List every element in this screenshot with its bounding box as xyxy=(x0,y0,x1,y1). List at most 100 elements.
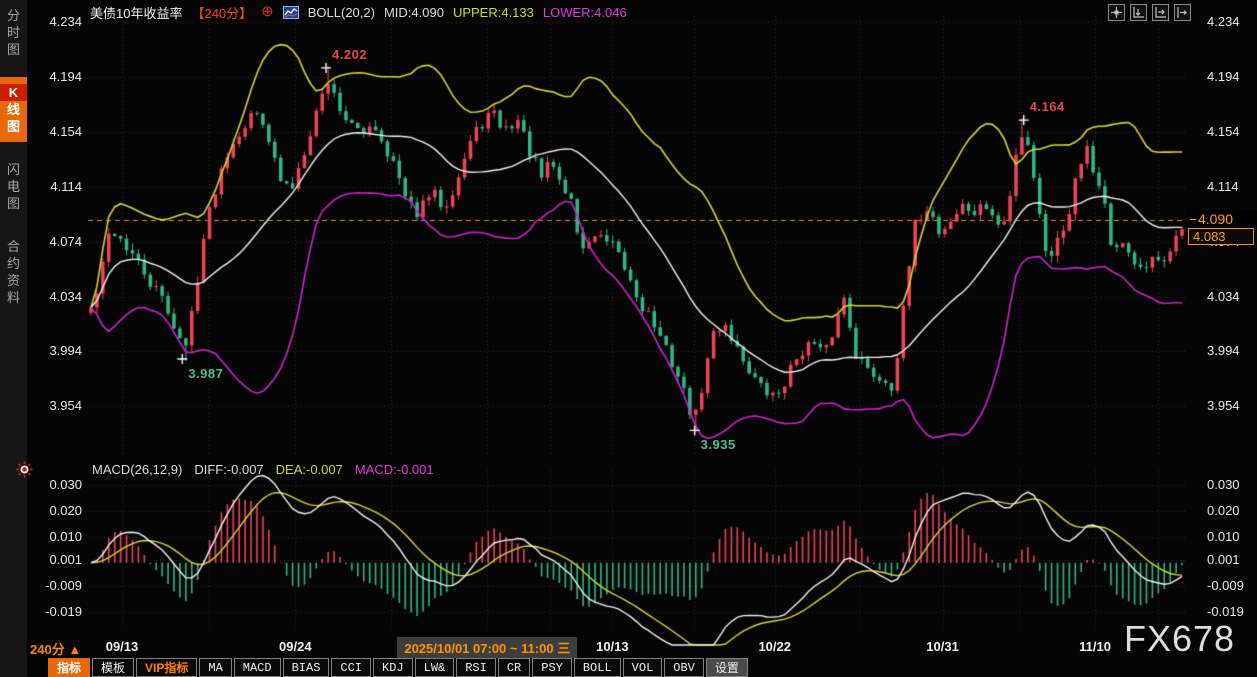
macd-tick-right: -0.009 xyxy=(1207,578,1257,593)
macd-panel-canvas[interactable] xyxy=(0,460,1257,650)
main-price-chart-canvas[interactable] xyxy=(0,0,1257,460)
sidebar-item-char: 电 xyxy=(0,178,27,195)
toolbar-tab-KDJ[interactable]: KDJ xyxy=(373,658,413,677)
add-indicator-icon[interactable]: ⊕ xyxy=(261,5,274,19)
toolbar-tab-PSY[interactable]: PSY xyxy=(532,658,572,677)
price-tick-left: 4.114 xyxy=(30,179,82,194)
toolbar-tab-CCI[interactable]: CCI xyxy=(331,658,371,677)
sidebar-item-char: 闪 xyxy=(0,161,27,178)
selected-bar-time-range: 2025/10/01 07:00 ~ 11:00 三 xyxy=(397,637,577,658)
macd-tick-left: -0.019 xyxy=(30,604,82,619)
toolbar-tab-RSI[interactable]: RSI xyxy=(456,658,496,677)
price-annotation: 4.202 xyxy=(332,47,367,62)
reference-price-label: 4.090 xyxy=(1186,210,1257,228)
chart-type-icon[interactable] xyxy=(283,6,299,19)
last-price-label: 4.083 xyxy=(1188,228,1254,245)
sidebar-item-char: 合 xyxy=(0,238,27,255)
price-tick-right: 4.034 xyxy=(1207,289,1257,304)
toolbar-tab-BIAS[interactable]: BIAS xyxy=(283,658,330,677)
boll-mid-value: MID:4.090 xyxy=(384,5,444,20)
macd-dea-value: DEA:-0.007 xyxy=(276,462,343,477)
price-tick-left: 4.234 xyxy=(30,14,82,29)
price-tick-right: 4.194 xyxy=(1207,69,1257,84)
sidebar-item-char: 图 xyxy=(0,41,27,58)
macd-tick-right: 0.001 xyxy=(1207,552,1257,567)
toolbar-tab-设置[interactable]: 设置 xyxy=(706,658,748,677)
price-annotation: 4.164 xyxy=(1030,99,1065,114)
sidebar-item-char: 分 xyxy=(0,7,27,24)
crosshair-move-icon[interactable] xyxy=(1108,4,1125,21)
macd-macd-value: MACD:-0.001 xyxy=(355,462,434,477)
period-selector[interactable]: 240分 ▲ xyxy=(30,639,81,658)
date-tick: 10/22 xyxy=(758,639,791,654)
time-axis: 240分 ▲ 09/13 09/24 10/13 10/22 10/31 11/10 20… xyxy=(0,637,1257,657)
sidebar-item-contract-info[interactable]: 合约资料 xyxy=(0,231,27,313)
macd-tick-left: -0.009 xyxy=(30,578,82,593)
macd-tick-left: 0.020 xyxy=(30,503,82,518)
sidebar-item-time-chart[interactable]: 分时图 xyxy=(0,0,27,65)
macd-header: MACD(26,12,9) DIFF:-0.007 DEA:-0.007 MAC… xyxy=(92,462,434,477)
macd-tick-left: 0.001 xyxy=(30,552,82,567)
price-tick-left: 4.154 xyxy=(30,124,82,139)
price-tick-right: 3.954 xyxy=(1207,398,1257,413)
boll-lower-value: LOWER:4.046 xyxy=(543,5,627,20)
price-annotation: 3.935 xyxy=(701,437,736,452)
macd-tick-right: 0.010 xyxy=(1207,529,1257,544)
toolbar-tab-VIP指标[interactable]: VIP指标 xyxy=(136,658,197,677)
sidebar-item-char: 资 xyxy=(0,272,27,289)
sidebar-item-char: 料 xyxy=(0,289,27,306)
macd-diff-value: DIFF:-0.007 xyxy=(194,462,263,477)
macd-tick-right: 0.030 xyxy=(1207,477,1257,492)
price-tick-right: 4.234 xyxy=(1207,14,1257,29)
price-tick-left: 3.994 xyxy=(30,343,82,358)
toolbar-tab-模板[interactable]: 模板 xyxy=(92,658,134,677)
price-tick-left: 4.074 xyxy=(30,234,82,249)
period-tag: 【240分】 xyxy=(191,3,252,22)
chart-tool-buttons xyxy=(1108,4,1191,21)
toolbar-tab-指标[interactable]: 指标 xyxy=(48,658,90,677)
date-tick: 10/13 xyxy=(596,639,629,654)
y-axis-scale-icon[interactable] xyxy=(1130,4,1147,21)
sidebar-item-kline-chart[interactable]: K线图 xyxy=(0,77,27,142)
pan-right-icon[interactable] xyxy=(1174,4,1191,21)
macd-tick-right: 0.020 xyxy=(1207,503,1257,518)
price-tick-right: 4.154 xyxy=(1207,124,1257,139)
sidebar-item-flash-chart[interactable]: 闪电图 xyxy=(0,154,27,219)
macd-tick-left: 0.010 xyxy=(30,529,82,544)
price-tick-right: 4.114 xyxy=(1207,179,1257,194)
sidebar-item-char: K xyxy=(0,84,27,101)
watermark: FX678 xyxy=(1124,618,1235,660)
sidebar-item-char: 图 xyxy=(0,118,27,135)
date-tick: 11/10 xyxy=(1079,639,1111,654)
price-annotation: 3.987 xyxy=(188,366,223,381)
boll-indicator-label: BOLL(20,2) xyxy=(308,5,375,20)
sidebar-item-char: 约 xyxy=(0,255,27,272)
sidebar-item-char: 线 xyxy=(0,101,27,118)
price-tick-left: 4.194 xyxy=(30,69,82,84)
toolbar-tab-CR[interactable]: CR xyxy=(498,658,530,677)
toolbar-tab-OBV[interactable]: OBV xyxy=(664,658,704,677)
date-tick: 09/13 xyxy=(106,639,139,654)
boll-upper-value: UPPER:4.133 xyxy=(453,5,534,20)
macd-indicator-label: MACD(26,12,9) xyxy=(92,462,182,477)
chart-app: 分时图K线图闪电图合约资料 美债10年收益率 【240分】 ⊕ BOLL(20,… xyxy=(0,0,1257,677)
sidebar-item-char: 图 xyxy=(0,195,27,212)
macd-tick-left: 0.030 xyxy=(30,477,82,492)
date-tick: 09/24 xyxy=(279,639,312,654)
toolbar-tab-BOLL[interactable]: BOLL xyxy=(574,658,621,677)
sidebar: 分时图K线图闪电图合约资料 xyxy=(0,0,27,677)
date-tick: 10/31 xyxy=(926,639,959,654)
toolbar-tab-VOL[interactable]: VOL xyxy=(623,658,663,677)
toolbar-tab-MA[interactable]: MA xyxy=(199,658,231,677)
x-axis-scale-icon[interactable] xyxy=(1152,4,1169,21)
indicator-toolbar: 指标模板VIP指标MAMACDBIASCCIKDJLW&RSICRPSYBOLL… xyxy=(48,658,750,677)
price-tick-right: 3.994 xyxy=(1207,343,1257,358)
sidebar-item-char: 时 xyxy=(0,24,27,41)
price-tick-left: 3.954 xyxy=(30,398,82,413)
toolbar-tab-MACD[interactable]: MACD xyxy=(234,658,281,677)
chart-header: 美债10年收益率 【240分】 ⊕ BOLL(20,2) MID:4.090 U… xyxy=(90,2,627,22)
macd-tick-right: -0.019 xyxy=(1207,604,1257,619)
blink-alert-icon[interactable] xyxy=(16,461,33,483)
toolbar-tab-LW&[interactable]: LW& xyxy=(415,658,455,677)
instrument-title: 美债10年收益率 xyxy=(90,3,182,22)
